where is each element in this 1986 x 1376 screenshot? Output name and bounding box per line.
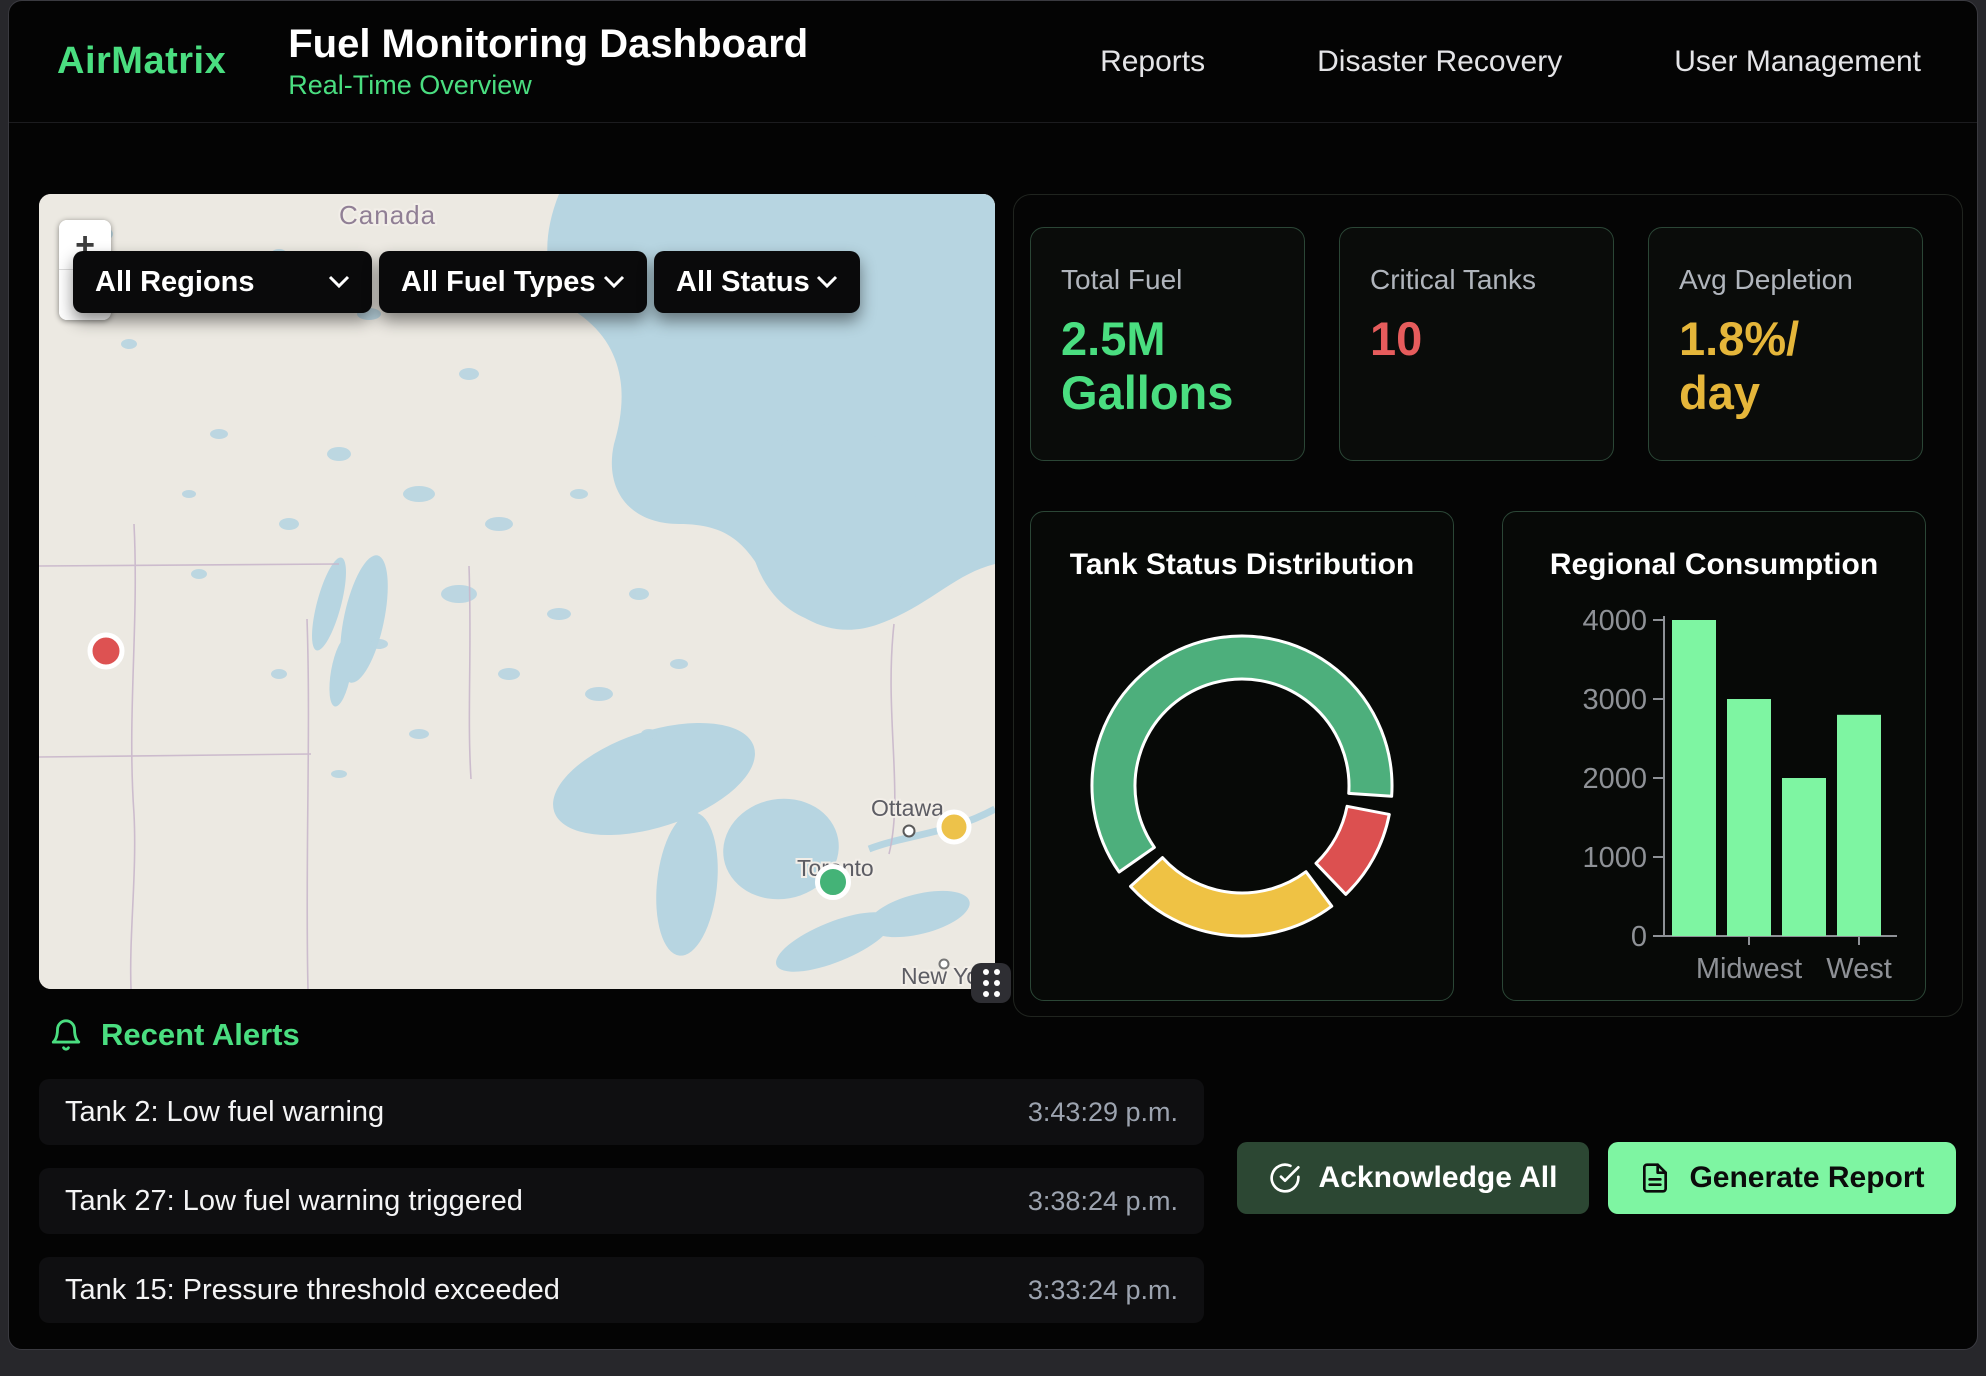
map-resize-handle[interactable] (971, 963, 1011, 1003)
stat-label: Avg Depletion (1679, 264, 1892, 296)
generate-report-label: Generate Report (1689, 1161, 1924, 1195)
alert-timestamp: 3:38:24 p.m. (1028, 1186, 1178, 1217)
alert-timestamp: 3:43:29 p.m. (1028, 1097, 1178, 1128)
bar-chart-title: Regional Consumption (1550, 548, 1878, 582)
alert-text: Tank 27: Low fuel warning triggered (65, 1185, 523, 1218)
map-filter-bar: All Regions All Fuel Types All Status (73, 251, 860, 313)
chevron-down-icon (328, 275, 350, 289)
title-block: Fuel Monitoring Dashboard Real-Time Over… (288, 22, 808, 101)
bar-2 (1782, 778, 1826, 936)
map-canvas[interactable]: Canada Ottawa Toronto New York (39, 194, 995, 989)
donut-segment-critical (1316, 806, 1389, 894)
y-axis-tick-label: 0 (1631, 921, 1647, 953)
header: AirMatrix Fuel Monitoring Dashboard Real… (9, 1, 1977, 123)
map-label-country: Canada (339, 200, 436, 230)
tank-status-donut-chart (1072, 616, 1412, 956)
brand-logo: AirMatrix (57, 40, 226, 83)
main-nav: Reports Disaster Recovery User Managemen… (1100, 45, 1921, 79)
stat-value-total-fuel: 2.5M Gallons (1061, 312, 1266, 420)
regional-consumption-bar-chart: 0 1000 2000 3000 4000 Midwest West (1519, 582, 1909, 1000)
status-filter-value: All Status (676, 266, 810, 299)
stat-card-total-fuel: Total Fuel 2.5M Gallons (1030, 227, 1305, 461)
page-subtitle: Real-Time Overview (288, 70, 808, 101)
kpi-panel: Total Fuel 2.5M Gallons Critical Tanks 1… (1013, 194, 1963, 1017)
y-axis-tick-label: 1000 (1582, 842, 1647, 874)
y-axis-tick-label: 2000 (1582, 763, 1647, 795)
tank-marker-normal[interactable] (818, 867, 849, 898)
fuel-type-filter-value: All Fuel Types (401, 266, 595, 299)
alerts-header: Recent Alerts (49, 1017, 300, 1053)
status-filter-select[interactable]: All Status (654, 251, 860, 313)
alerts-title: Recent Alerts (101, 1017, 300, 1053)
stat-value-critical-tanks: 10 (1370, 312, 1583, 366)
donut-segment-warning (1131, 858, 1332, 936)
bar-0 (1672, 620, 1716, 936)
stat-value-avg-depletion: 1.8%/day (1679, 312, 1814, 420)
tank-marker-critical[interactable] (90, 635, 122, 667)
stat-label: Total Fuel (1061, 264, 1274, 296)
alert-text: Tank 2: Low fuel warning (65, 1096, 384, 1129)
donut-chart-title: Tank Status Distribution (1070, 548, 1414, 582)
ottawa-city-dot (904, 826, 915, 837)
new-york-city-dot (940, 960, 949, 969)
x-axis-tick-label: Midwest (1696, 953, 1802, 985)
bar-West (1837, 715, 1881, 936)
alert-row[interactable]: Tank 2: Low fuel warning 3:43:29 p.m. (39, 1079, 1204, 1145)
nav-user-management[interactable]: User Management (1674, 45, 1921, 79)
x-axis-tick-label: West (1826, 953, 1892, 985)
nav-reports[interactable]: Reports (1100, 45, 1205, 79)
bar-Midwest (1727, 699, 1771, 936)
alert-row[interactable]: Tank 15: Pressure threshold exceeded 3:3… (39, 1257, 1204, 1323)
alert-timestamp: 3:33:24 p.m. (1028, 1275, 1178, 1306)
chevron-down-icon (603, 275, 625, 289)
report-file-icon (1639, 1162, 1671, 1194)
fuel-map[interactable]: Canada Ottawa Toronto New York + − All R… (39, 194, 995, 989)
alert-row[interactable]: Tank 27: Low fuel warning triggered 3:38… (39, 1168, 1204, 1234)
nav-disaster-recovery[interactable]: Disaster Recovery (1317, 45, 1562, 79)
acknowledge-all-button[interactable]: Acknowledge All (1237, 1142, 1589, 1214)
tank-marker-warning[interactable] (939, 812, 969, 842)
y-axis-tick-label: 4000 (1582, 605, 1647, 637)
tank-status-chart-card: Tank Status Distribution (1030, 511, 1454, 1001)
stat-label: Critical Tanks (1370, 264, 1583, 296)
check-circle-icon (1269, 1162, 1301, 1194)
alert-text: Tank 15: Pressure threshold exceeded (65, 1274, 560, 1307)
bell-icon (49, 1018, 83, 1052)
region-filter-select[interactable]: All Regions (73, 251, 372, 313)
region-filter-value: All Regions (95, 266, 255, 299)
stats-row: Total Fuel 2.5M Gallons Critical Tanks 1… (1030, 227, 1923, 461)
stat-card-critical-tanks: Critical Tanks 10 (1339, 227, 1614, 461)
map-label-ottawa: Ottawa (871, 795, 944, 821)
regional-consumption-chart-card: Regional Consumption 0 1000 2000 3000 4000 Mi… (1502, 511, 1926, 1001)
y-axis-tick-label: 3000 (1582, 684, 1647, 716)
page-title: Fuel Monitoring Dashboard (288, 22, 808, 67)
stat-card-avg-depletion: Avg Depletion 1.8%/day (1648, 227, 1923, 461)
chevron-down-icon (816, 275, 838, 289)
generate-report-button[interactable]: Generate Report (1608, 1142, 1956, 1214)
app-window: AirMatrix Fuel Monitoring Dashboard Real… (8, 0, 1978, 1350)
acknowledge-all-label: Acknowledge All (1319, 1161, 1558, 1195)
fuel-type-filter-select[interactable]: All Fuel Types (379, 251, 647, 313)
